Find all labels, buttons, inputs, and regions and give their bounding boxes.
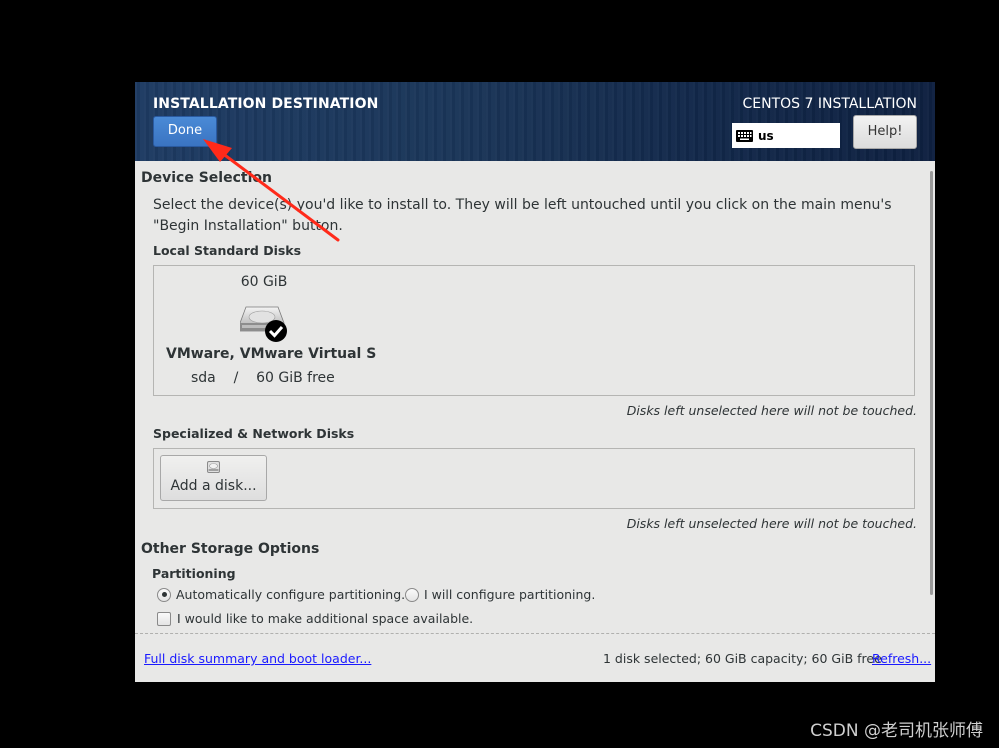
auto-partition-label: Automatically configure partitioning.	[176, 587, 406, 602]
disk-device: sda	[191, 370, 216, 386]
add-disk-label: Add a disk...	[170, 478, 257, 494]
disk-item-sda[interactable]: 60 GiB VMware, VMware Virtual S sda / 60…	[154, 266, 377, 394]
specialized-disks-box: Add a disk...	[153, 448, 915, 509]
hard-disk-selected-icon	[240, 306, 287, 342]
scrollbar[interactable]	[930, 171, 933, 595]
partitioning-heading: Partitioning	[152, 566, 236, 581]
other-storage-heading: Other Storage Options	[141, 541, 320, 557]
radio-selected[interactable]	[157, 587, 171, 602]
local-disks-box: 60 GiB VMware, VMware Virtual S sda / 60…	[153, 265, 915, 396]
auto-partition-radio[interactable]: Automatically configure partitioning.	[157, 587, 405, 602]
footer-divider	[135, 633, 935, 634]
disk-icon	[207, 461, 220, 473]
help-button[interactable]: Help!	[853, 115, 917, 149]
page-title: INSTALLATION DESTINATION	[153, 96, 379, 112]
specialized-disks-heading: Specialized & Network Disks	[153, 426, 355, 441]
device-selection-heading: Device Selection	[141, 170, 272, 186]
disk-info: sda / 60 GiB free	[191, 370, 335, 386]
keyboard-layout-label: us	[758, 128, 774, 143]
local-disks-heading: Local Standard Disks	[153, 243, 302, 258]
full-disk-summary-link[interactable]: Full disk summary and boot loader...	[144, 651, 371, 666]
disk-free: 60 GiB free	[256, 370, 335, 386]
disk-size: 60 GiB	[240, 274, 288, 290]
additional-space-checkbox[interactable]: I would like to make additional space av…	[157, 611, 473, 626]
keyboard-icon	[736, 129, 753, 142]
radio-unselected[interactable]	[405, 587, 419, 602]
additional-space-label: I would like to make additional space av…	[177, 611, 474, 626]
refresh-link[interactable]: Refresh...	[872, 651, 931, 666]
header-bar: INSTALLATION DESTINATION Done CENTOS 7 I…	[135, 82, 935, 161]
disk-status-summary: 1 disk selected; 60 GiB capacity; 60 GiB…	[603, 651, 882, 666]
keyboard-layout-indicator[interactable]: us	[732, 123, 840, 148]
disk-name: VMware, VMware Virtual S	[166, 346, 377, 362]
watermark: CSDN @老司机张师傅	[810, 721, 983, 741]
local-disks-note: Disks left unselected here will not be t…	[626, 403, 917, 418]
specialized-disks-note: Disks left unselected here will not be t…	[626, 516, 917, 531]
manual-partition-label: I will configure partitioning.	[424, 587, 596, 602]
content-area: Device Selection Select the device(s) yo…	[135, 161, 935, 682]
device-selection-description: Select the device(s) you'd like to insta…	[153, 197, 892, 234]
checkbox[interactable]	[157, 611, 171, 626]
product-title: CENTOS 7 INSTALLATION	[742, 96, 917, 112]
installer-window: INSTALLATION DESTINATION Done CENTOS 7 I…	[135, 82, 935, 682]
manual-partition-radio[interactable]: I will configure partitioning.	[405, 587, 595, 602]
add-disk-button[interactable]: Add a disk...	[160, 455, 267, 501]
disk-separator: /	[233, 370, 239, 386]
done-button[interactable]: Done	[153, 116, 217, 147]
